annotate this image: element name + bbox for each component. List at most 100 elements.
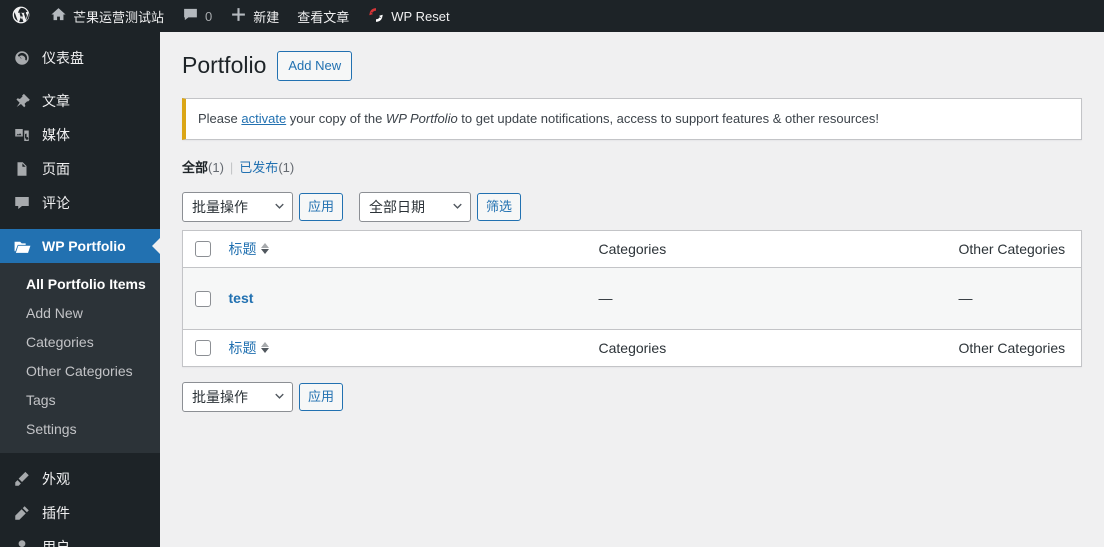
submenu-item-tags[interactable]: Tags	[0, 386, 160, 415]
bulk-action-select-top[interactable]: 批量操作	[182, 191, 293, 222]
submenu-item-settings[interactable]: Settings	[0, 415, 160, 444]
dashboard-icon	[12, 48, 32, 68]
comment-bubble-icon	[182, 6, 199, 26]
new-content-menu[interactable]: 新建	[221, 0, 288, 32]
notice-text-after: to get update notifications, access to s…	[457, 111, 879, 126]
site-name-label: 芒果运营测试站	[73, 9, 165, 25]
submenu-item-add-new[interactable]: Add New	[0, 299, 160, 328]
admin-sidebar: 仪表盘 文章 媒体 页面 评论 WP Portfolio All Portfol…	[0, 32, 160, 547]
apply-button-bottom[interactable]: 应用	[299, 382, 344, 411]
other-categories-column-header: Other Categories	[948, 230, 1082, 268]
table-footer-row: 标题 Categories Other Categories	[182, 328, 1082, 366]
sort-arrows-icon	[260, 342, 269, 353]
sidebar-label-media: 媒体	[42, 127, 70, 143]
filter-all-count: (1)	[208, 159, 224, 175]
submenu-item-categories[interactable]: Categories	[0, 328, 160, 357]
row-checkbox[interactable]	[195, 290, 211, 307]
select-all-footer	[182, 328, 219, 366]
filter-all[interactable]: 全部(1)	[182, 160, 224, 175]
activation-notice: Please activate your copy of the WP Port…	[182, 98, 1082, 140]
title-column-footer: 标题	[218, 328, 589, 366]
sidebar-item-plugins[interactable]: 插件	[0, 496, 160, 530]
tablenav-bottom: 批量操作 应用	[182, 381, 1082, 412]
row-categories-cell: —	[598, 290, 613, 306]
sidebar-item-comments[interactable]: 评论	[0, 186, 160, 220]
notice-text-before: Please	[198, 111, 242, 126]
sidebar-label-comments: 评论	[42, 195, 70, 211]
site-name-menu[interactable]: 芒果运营测试站	[41, 0, 173, 32]
select-all-checkbox-top[interactable]	[195, 241, 211, 258]
sidebar-item-media[interactable]: 媒体	[0, 118, 160, 152]
sidebar-label-dashboard: 仪表盘	[42, 50, 84, 66]
wordpress-logo-icon	[11, 5, 31, 28]
submenu-item-other-categories[interactable]: Other Categories	[0, 357, 160, 386]
menu-spacer-2	[0, 220, 160, 229]
content-wrap: Portfolio Add New Please activate your c…	[160, 32, 1104, 412]
sort-by-title-top[interactable]: 标题	[229, 239, 269, 259]
status-filter-links: 全部(1) | 已发布(1)	[182, 157, 1082, 176]
filter-published[interactable]: 已发布(1)	[239, 160, 294, 175]
date-filter-select[interactable]: 全部日期	[359, 191, 472, 222]
filter-published-label[interactable]: 已发布	[239, 160, 278, 175]
menu-spacer-top	[0, 32, 160, 41]
media-icon	[12, 125, 32, 145]
comment-icon	[12, 193, 32, 213]
main-content: Portfolio Add New Please activate your c…	[160, 32, 1104, 547]
sidebar-label-appearance: 外观	[42, 471, 70, 487]
portfolio-submenu: All Portfolio Items Add New Categories O…	[0, 263, 160, 453]
submenu-item-all-portfolio-items[interactable]: All Portfolio Items	[0, 270, 160, 299]
pin-icon	[12, 91, 32, 111]
appearance-brush-icon	[12, 469, 32, 489]
select-all-checkbox-bottom[interactable]	[195, 340, 211, 357]
comments-menu[interactable]: 0	[173, 0, 221, 32]
title-column-label: 标题	[228, 240, 257, 257]
sidebar-item-users[interactable]: 用户	[0, 530, 160, 547]
sort-arrows-icon	[260, 243, 269, 254]
row-title-cell: test	[219, 267, 589, 329]
menu-spacer-1	[0, 75, 160, 84]
portfolio-folder-icon	[12, 236, 32, 256]
bulk-action-select-wrap-top: 批量操作	[182, 191, 293, 222]
users-icon	[12, 537, 32, 547]
sidebar-label-pages: 页面	[42, 161, 70, 177]
row-other-categories-cell: —	[958, 290, 973, 306]
apply-button-top[interactable]: 应用	[299, 192, 344, 221]
view-posts-link[interactable]: 查看文章	[288, 0, 358, 32]
sidebar-item-appearance[interactable]: 外观	[0, 462, 160, 496]
sidebar-item-dashboard[interactable]: 仪表盘	[0, 41, 160, 75]
view-posts-label: 查看文章	[297, 9, 350, 25]
menu-spacer-3	[0, 453, 160, 462]
portfolio-items-table: 标题 Categories Other Categories test — — …	[182, 229, 1082, 367]
plugins-plug-icon	[12, 503, 32, 523]
sidebar-label-users: 用户	[42, 539, 70, 547]
add-new-button[interactable]: Add New	[277, 51, 353, 81]
row-title-link[interactable]: test	[229, 290, 254, 306]
filter-button[interactable]: 筛选	[477, 192, 522, 221]
admin-bar: 芒果运营测试站 0 新建 查看文章 WP Reset	[0, 0, 1104, 32]
sidebar-label-wp-portfolio: WP Portfolio	[42, 238, 126, 254]
sidebar-item-wp-portfolio[interactable]: WP Portfolio	[0, 229, 160, 263]
row-select-cell	[183, 267, 219, 329]
sidebar-item-posts[interactable]: 文章	[0, 84, 160, 118]
active-menu-arrow-icon	[152, 238, 160, 254]
wp-reset-menu[interactable]: WP Reset	[358, 0, 458, 32]
table-header-row: 标题 Categories Other Categories	[182, 230, 1082, 268]
wordpress-logo-button[interactable]	[0, 0, 41, 32]
table-head: 标题 Categories Other Categories	[182, 230, 1082, 268]
other-categories-column-footer: Other Categories	[948, 328, 1082, 366]
wp-reset-label: WP Reset	[391, 8, 450, 24]
tablenav-top: 批量操作 应用 全部日期 筛选	[182, 191, 1082, 222]
filter-all-label: 全部	[182, 159, 209, 175]
table-foot: 标题 Categories Other Categories	[182, 328, 1082, 366]
select-all-header	[182, 230, 219, 268]
table-row: test — —	[182, 267, 1082, 329]
sidebar-item-pages[interactable]: 页面	[0, 152, 160, 186]
title-column-header: 标题	[218, 230, 589, 268]
bulk-action-select-bottom[interactable]: 批量操作	[182, 381, 293, 412]
sidebar-label-plugins: 插件	[42, 505, 70, 521]
notice-emphasis: WP Portfolio	[385, 111, 458, 126]
page-icon	[12, 159, 32, 179]
sort-by-title-bottom[interactable]: 标题	[229, 338, 269, 358]
categories-column-footer: Categories	[588, 328, 949, 366]
activate-link[interactable]: activate	[241, 111, 286, 126]
